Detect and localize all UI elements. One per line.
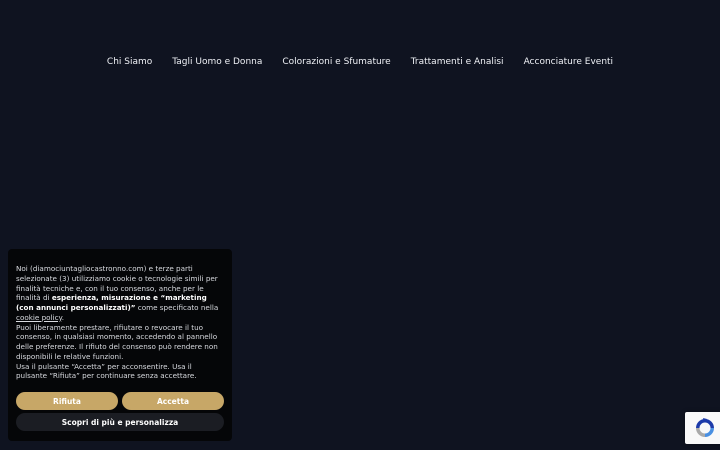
cookie-button-row: Rifiuta Accetta bbox=[16, 392, 224, 410]
nav-item-tagli[interactable]: Tagli Uomo e Donna bbox=[162, 56, 272, 68]
cookie-policy-link[interactable]: cookie policy bbox=[16, 313, 62, 322]
recaptcha-badge[interactable] bbox=[685, 412, 720, 444]
cookie-text-specified: come specificato nella bbox=[135, 303, 219, 312]
cookie-banner: Noi (diamociuntagliocastronno.com) e ter… bbox=[8, 249, 232, 441]
nav-item-colorazioni[interactable]: Colorazioni e Sfumature bbox=[272, 56, 400, 68]
nav-item-chi-siamo[interactable]: Chi Siamo bbox=[97, 56, 162, 68]
recaptcha-icon bbox=[696, 418, 714, 437]
cookie-text-buttons: Usa il pulsante “Accetta” per acconsenti… bbox=[16, 361, 197, 381]
cookie-text-consent: Puoi liberamente prestare, rifiutare o r… bbox=[16, 322, 218, 361]
customize-button[interactable]: Scopri di più e personalizza bbox=[16, 413, 224, 431]
reject-button[interactable]: Rifiuta bbox=[16, 392, 118, 410]
accept-button[interactable]: Accetta bbox=[122, 392, 224, 410]
main-navigation: Chi Siamo Tagli Uomo e Donna Colorazioni… bbox=[0, 56, 720, 68]
nav-item-trattamenti[interactable]: Trattamenti e Analisi bbox=[401, 56, 514, 68]
page: Chi Siamo Tagli Uomo e Donna Colorazioni… bbox=[0, 0, 720, 450]
cookie-notice-text: Noi (diamociuntagliocastronno.com) e ter… bbox=[16, 264, 224, 381]
nav-item-acconciature[interactable]: Acconciature Eventi bbox=[514, 56, 624, 68]
cookie-text-period: . bbox=[61, 312, 65, 322]
